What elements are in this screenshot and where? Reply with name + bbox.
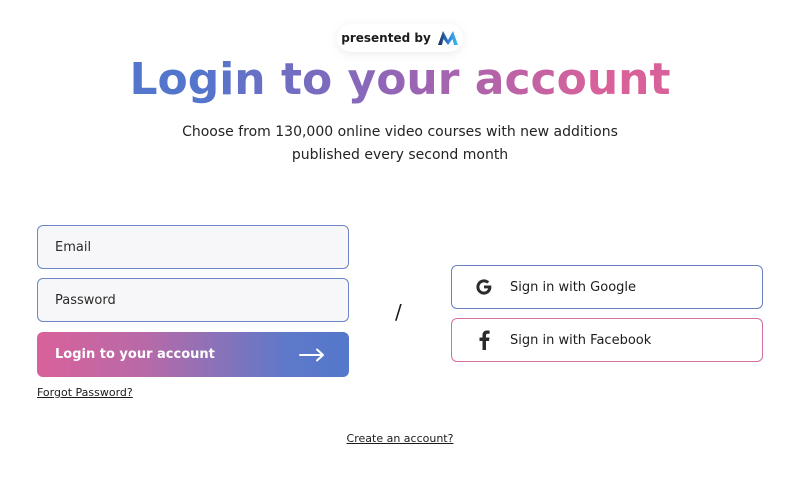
divider-slash: / bbox=[395, 300, 402, 324]
presented-by-badge: presented by bbox=[337, 24, 463, 52]
create-account-row: Create an account? bbox=[0, 432, 800, 445]
login-button-label: Login to your account bbox=[55, 347, 215, 362]
google-icon bbox=[474, 277, 494, 297]
page-title: Login to your account bbox=[0, 50, 800, 110]
page-subtitle: Choose from 130,000 online video courses… bbox=[150, 121, 650, 167]
email-field[interactable] bbox=[37, 225, 349, 269]
subtitle-line-1: Choose from 130,000 online video courses… bbox=[182, 124, 618, 140]
forgot-password-link[interactable]: Forgot Password? bbox=[37, 386, 133, 399]
google-signin-label: Sign in with Google bbox=[510, 279, 637, 295]
arrow-right-icon bbox=[299, 348, 325, 362]
subtitle-line-2: published every second month bbox=[291, 147, 509, 163]
create-account-link[interactable]: Create an account? bbox=[347, 432, 454, 445]
brand-logo-icon bbox=[437, 30, 459, 46]
facebook-signin-button[interactable]: Sign in with Facebook bbox=[451, 318, 763, 362]
login-button[interactable]: Login to your account bbox=[37, 332, 349, 377]
google-signin-button[interactable]: Sign in with Google bbox=[451, 265, 763, 309]
password-field[interactable] bbox=[37, 278, 349, 322]
presented-by-label: presented by bbox=[341, 31, 431, 45]
facebook-icon bbox=[474, 330, 494, 350]
facebook-signin-label: Sign in with Facebook bbox=[510, 332, 652, 348]
